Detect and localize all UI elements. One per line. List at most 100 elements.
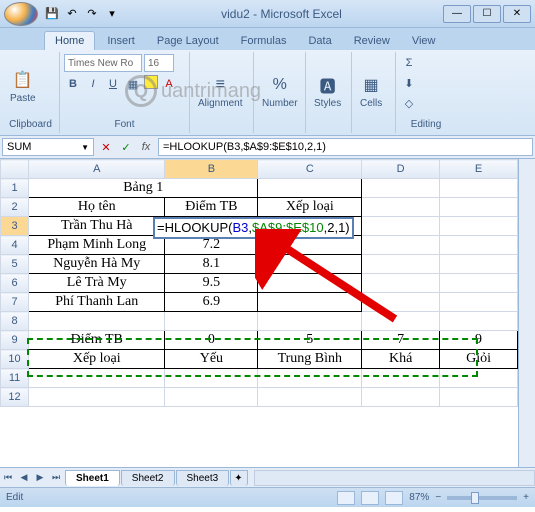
row-header[interactable]: 11	[1, 369, 29, 388]
row-header[interactable]: 7	[1, 293, 29, 312]
font-color-button[interactable]: A	[160, 75, 178, 93]
cell[interactable]	[362, 274, 440, 293]
cell[interactable]: 8.1	[165, 255, 258, 274]
cell[interactable]	[440, 179, 518, 198]
sheet-tab-2[interactable]: Sheet2	[121, 470, 175, 486]
row-header[interactable]: 5	[1, 255, 29, 274]
clear-button[interactable]: ◇	[400, 94, 418, 112]
cell[interactable]	[362, 179, 440, 198]
active-cell-editor[interactable]: =HLOOKUP(B3,$A$9:$E$10,2,1)	[153, 217, 354, 239]
view-pagebreak-button[interactable]	[385, 491, 403, 505]
cell[interactable]	[362, 369, 440, 388]
cells-button[interactable]: ▦Cells	[356, 72, 386, 111]
cell[interactable]: Điểm TB	[165, 198, 258, 217]
close-button[interactable]: ✕	[503, 5, 531, 23]
font-name-combo[interactable]: Times New Ro	[64, 54, 142, 72]
cell[interactable]: 9.5	[165, 274, 258, 293]
row-header[interactable]: 8	[1, 312, 29, 331]
office-button[interactable]	[4, 2, 38, 26]
cell[interactable]	[258, 179, 362, 198]
formula-bar[interactable]: =HLOOKUP(B3,$A$9:$E$10,2,1)	[158, 138, 533, 156]
cell[interactable]	[440, 312, 518, 331]
cell[interactable]	[258, 369, 362, 388]
save-icon[interactable]: 💾	[44, 6, 60, 22]
tab-nav-last[interactable]: ⏭	[48, 470, 64, 486]
cell[interactable]	[258, 274, 362, 293]
col-header-d[interactable]: D	[362, 160, 440, 179]
col-header-a[interactable]: A	[29, 160, 165, 179]
cell[interactable]	[258, 293, 362, 312]
tab-review[interactable]: Review	[344, 32, 400, 50]
alignment-button[interactable]: ≡Alignment	[194, 72, 246, 111]
cell[interactable]: Yếu	[165, 350, 258, 369]
tab-data[interactable]: Data	[298, 32, 341, 50]
cell[interactable]	[440, 236, 518, 255]
tab-insert[interactable]: Insert	[97, 32, 145, 50]
row-header[interactable]: 3	[1, 217, 29, 236]
cell[interactable]: Xếp loại	[29, 350, 165, 369]
cell[interactable]	[362, 312, 440, 331]
row-header[interactable]: 6	[1, 274, 29, 293]
cell[interactable]	[29, 369, 165, 388]
tab-nav-first[interactable]: ⏮	[0, 470, 16, 486]
qat-dropdown-icon[interactable]: ▾	[104, 6, 120, 22]
vertical-scrollbar[interactable]	[518, 159, 535, 467]
enter-formula-button[interactable]: ✓	[116, 138, 136, 156]
font-size-combo[interactable]: 16	[144, 54, 174, 72]
bold-button[interactable]: B	[64, 75, 82, 93]
cell[interactable]: Phí Thanh Lan	[29, 293, 165, 312]
zoom-thumb[interactable]	[471, 492, 479, 504]
cell[interactable]	[440, 388, 518, 407]
cell[interactable]	[440, 217, 518, 236]
styles-button[interactable]: 🅰Styles	[310, 72, 345, 111]
cell[interactable]: Điểm TB	[29, 331, 165, 350]
cell[interactable]: Xếp loại	[258, 198, 362, 217]
cell[interactable]: Giỏi	[440, 350, 518, 369]
underline-button[interactable]: U	[104, 75, 122, 93]
tab-view[interactable]: View	[402, 32, 446, 50]
number-button[interactable]: %Number	[258, 72, 302, 111]
col-header-b[interactable]: B	[165, 160, 258, 179]
fill-button[interactable]: ⬇	[400, 74, 418, 92]
cell[interactable]	[362, 217, 440, 236]
row-header[interactable]: 10	[1, 350, 29, 369]
zoom-out-button[interactable]: −	[435, 492, 441, 503]
col-header-e[interactable]: E	[440, 160, 518, 179]
tab-home[interactable]: Home	[44, 31, 95, 50]
cell[interactable]	[362, 236, 440, 255]
maximize-button[interactable]: ☐	[473, 5, 501, 23]
row-header[interactable]: 12	[1, 388, 29, 407]
row-header[interactable]: 2	[1, 198, 29, 217]
zoom-in-button[interactable]: +	[523, 492, 529, 503]
cell[interactable]: Lê Trà My	[29, 274, 165, 293]
cell[interactable]: 7	[362, 331, 440, 350]
col-header-c[interactable]: C	[258, 160, 362, 179]
zoom-level[interactable]: 87%	[409, 492, 429, 503]
cell[interactable]	[440, 369, 518, 388]
cell[interactable]	[362, 388, 440, 407]
cell[interactable]	[362, 293, 440, 312]
fx-button[interactable]: fx	[136, 138, 156, 156]
cell[interactable]	[362, 255, 440, 274]
fill-color-button[interactable]	[144, 75, 158, 89]
italic-button[interactable]: I	[84, 75, 102, 93]
worksheet[interactable]: A B C D E 1Bảng 1 2Họ tênĐiểm TBXếp loại…	[0, 159, 518, 467]
redo-icon[interactable]: ↷	[84, 6, 100, 22]
border-button[interactable]: ▦	[124, 75, 142, 93]
cell[interactable]: 0	[165, 331, 258, 350]
cell[interactable]	[440, 293, 518, 312]
cell[interactable]	[29, 312, 165, 331]
autosum-button[interactable]: Σ	[400, 54, 418, 72]
sheet-tab-3[interactable]: Sheet3	[176, 470, 230, 486]
paste-button[interactable]: 📋 Paste	[6, 67, 40, 106]
cell[interactable]: Họ tên	[29, 198, 165, 217]
cell[interactable]: 6.9	[165, 293, 258, 312]
view-layout-button[interactable]	[361, 491, 379, 505]
view-normal-button[interactable]	[337, 491, 355, 505]
cell[interactable]	[440, 274, 518, 293]
row-header[interactable]: 1	[1, 179, 29, 198]
cell[interactable]: 5	[258, 331, 362, 350]
cell[interactable]	[165, 369, 258, 388]
sheet-tab-1[interactable]: Sheet1	[65, 470, 120, 486]
name-box[interactable]: SUM ▼	[2, 138, 94, 156]
